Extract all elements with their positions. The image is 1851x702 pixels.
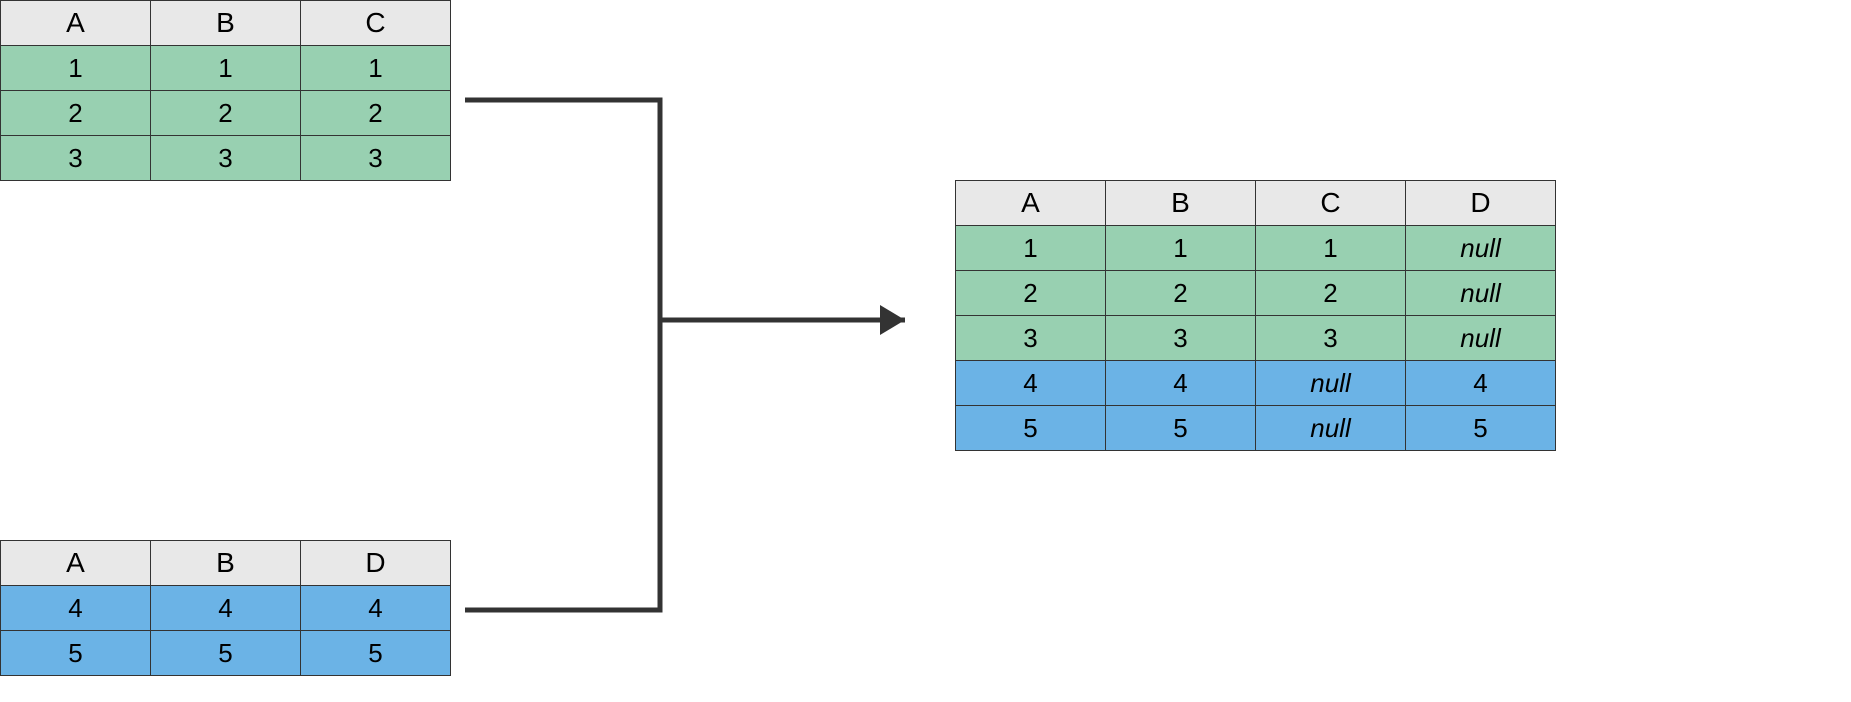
table-cell: 1 [151, 46, 301, 91]
table-cell: 2 [1106, 271, 1256, 316]
merge-arrow-connector [465, 90, 940, 620]
input-table-2: A B D 4 4 4 5 5 5 [0, 540, 451, 676]
table-cell: 3 [1, 136, 151, 181]
table-row: 3 3 3 null [956, 316, 1556, 361]
col-header: B [151, 1, 301, 46]
table-cell: 1 [1, 46, 151, 91]
table-row: 3 3 3 [1, 136, 451, 181]
col-header: A [1, 1, 151, 46]
table-row: 4 4 null 4 [956, 361, 1556, 406]
col-header: B [1106, 181, 1256, 226]
table-cell: 3 [301, 136, 451, 181]
table-row: 2 2 2 null [956, 271, 1556, 316]
table-cell: 2 [151, 91, 301, 136]
table-cell-null: null [1406, 226, 1556, 271]
col-header: C [1256, 181, 1406, 226]
table-row: 1 1 1 null [956, 226, 1556, 271]
table-header-row: A B C [1, 1, 451, 46]
table-cell: 4 [301, 586, 451, 631]
table-cell: 5 [151, 631, 301, 676]
arrow-head-icon [880, 305, 905, 335]
table-row: 5 5 5 [1, 631, 451, 676]
table-cell: 3 [1106, 316, 1256, 361]
col-header: C [301, 1, 451, 46]
table-cell: 1 [1106, 226, 1256, 271]
table-cell: 5 [1406, 406, 1556, 451]
table-cell: 1 [301, 46, 451, 91]
table-cell: 4 [1106, 361, 1256, 406]
table-cell: 2 [956, 271, 1106, 316]
table-cell-null: null [1256, 406, 1406, 451]
input-table-1: A B C 1 1 1 2 2 2 3 3 3 [0, 0, 451, 181]
table-row: 5 5 null 5 [956, 406, 1556, 451]
table-cell: 4 [1406, 361, 1556, 406]
table-row: 1 1 1 [1, 46, 451, 91]
output-table: A B C D 1 1 1 null 2 2 2 null 3 3 3 [955, 180, 1556, 451]
table-cell: 2 [1256, 271, 1406, 316]
table-cell: 1 [1256, 226, 1406, 271]
table-cell: 2 [1, 91, 151, 136]
table-cell: 5 [956, 406, 1106, 451]
col-header: A [1, 541, 151, 586]
table-cell-null: null [1406, 316, 1556, 361]
table-row: 4 4 4 [1, 586, 451, 631]
table-cell: 2 [301, 91, 451, 136]
table-cell: 4 [1, 586, 151, 631]
table-cell: 4 [151, 586, 301, 631]
table-cell: 4 [956, 361, 1106, 406]
table-cell-null: null [1256, 361, 1406, 406]
table-header-row: A B D [1, 541, 451, 586]
table-cell: 5 [1106, 406, 1256, 451]
col-header: D [301, 541, 451, 586]
table-header-row: A B C D [956, 181, 1556, 226]
col-header: D [1406, 181, 1556, 226]
table-cell: 1 [956, 226, 1106, 271]
table-cell: 5 [301, 631, 451, 676]
table-cell-null: null [1406, 271, 1556, 316]
table-row: 2 2 2 [1, 91, 451, 136]
col-header: B [151, 541, 301, 586]
col-header: A [956, 181, 1106, 226]
table-cell: 5 [1, 631, 151, 676]
table-cell: 3 [956, 316, 1106, 361]
table-cell: 3 [151, 136, 301, 181]
table-cell: 3 [1256, 316, 1406, 361]
